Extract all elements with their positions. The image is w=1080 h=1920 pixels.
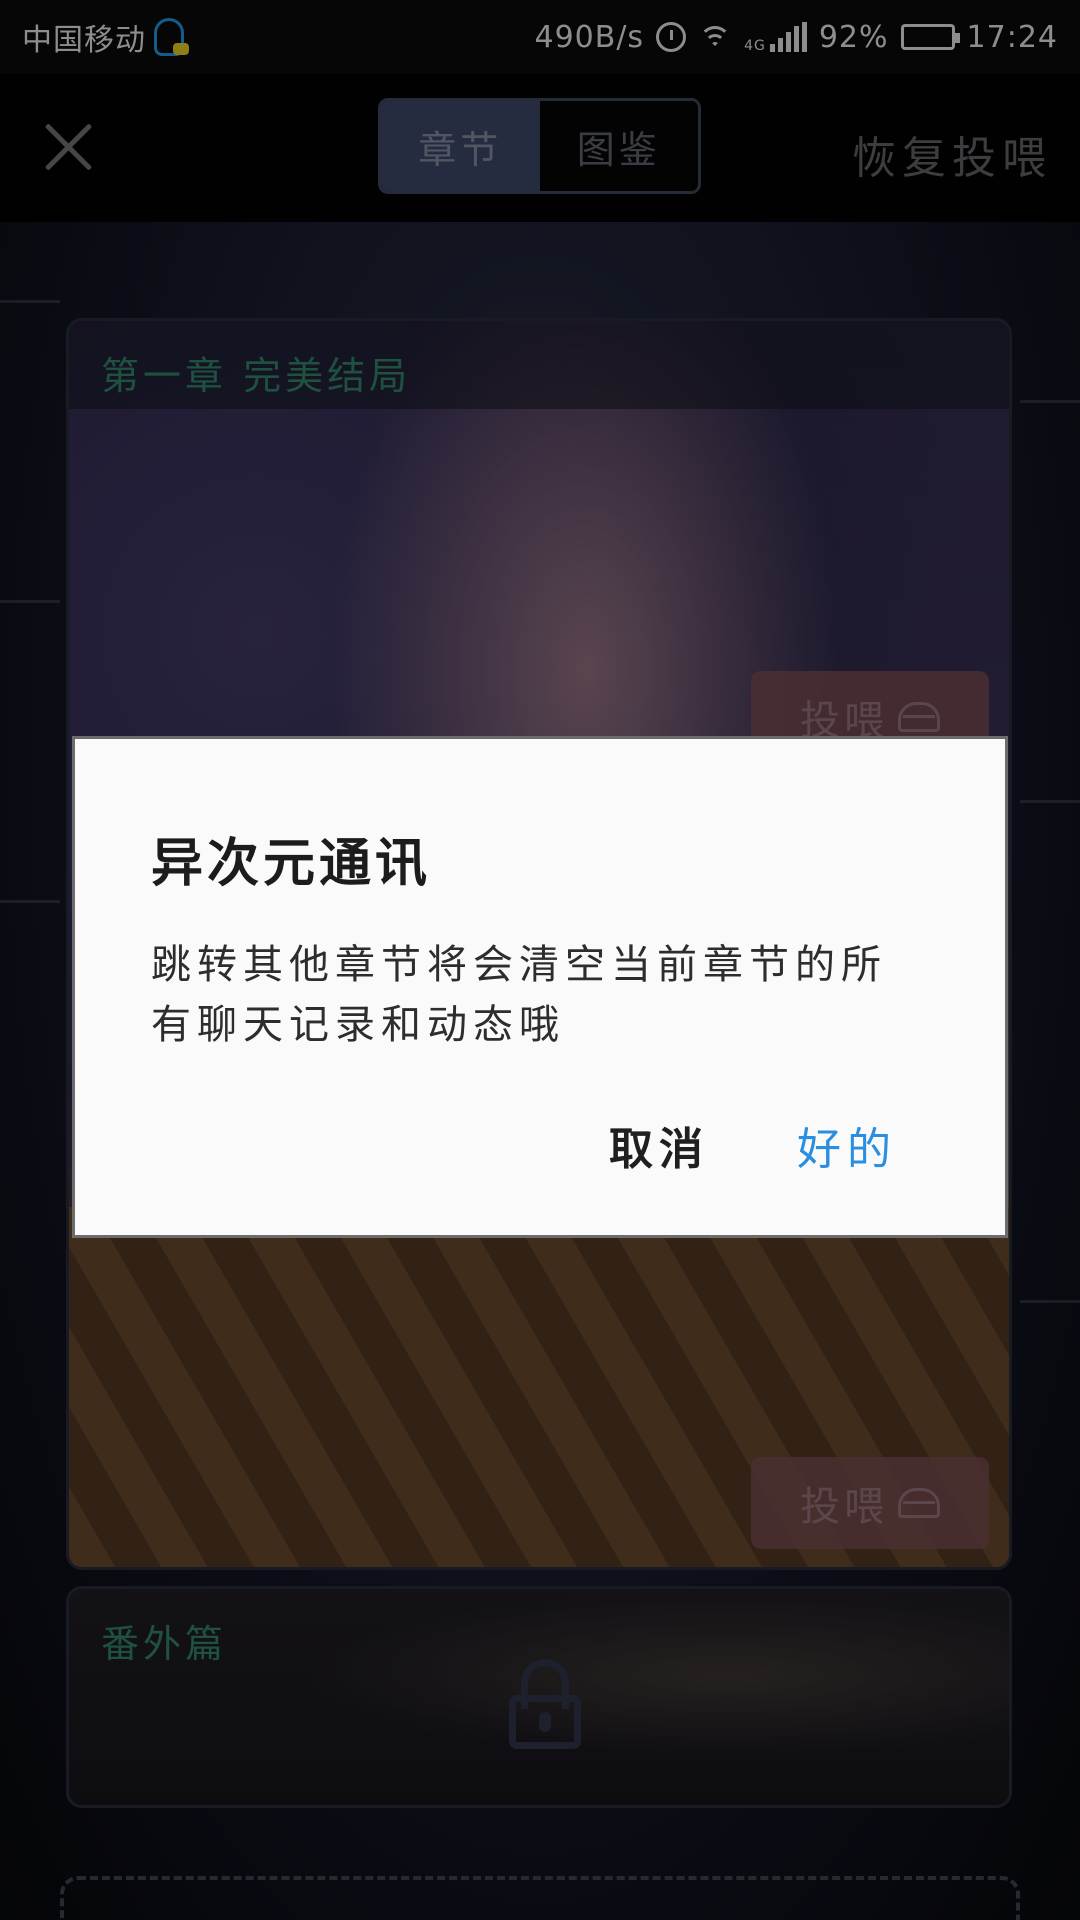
dialog-message: 跳转其他章节将会清空当前章节的所有聊天记录和动态哦 (151, 942, 887, 1048)
confirm-dialog: 异次元通讯 跳转其他章节将会清空当前章节的所有聊天记录和动态哦 取消 好的 (72, 736, 1008, 1238)
confirm-button[interactable]: 好的 (797, 1113, 897, 1177)
dialog-title: 异次元通讯 (151, 834, 432, 894)
cancel-button[interactable]: 取消 (609, 1113, 709, 1177)
